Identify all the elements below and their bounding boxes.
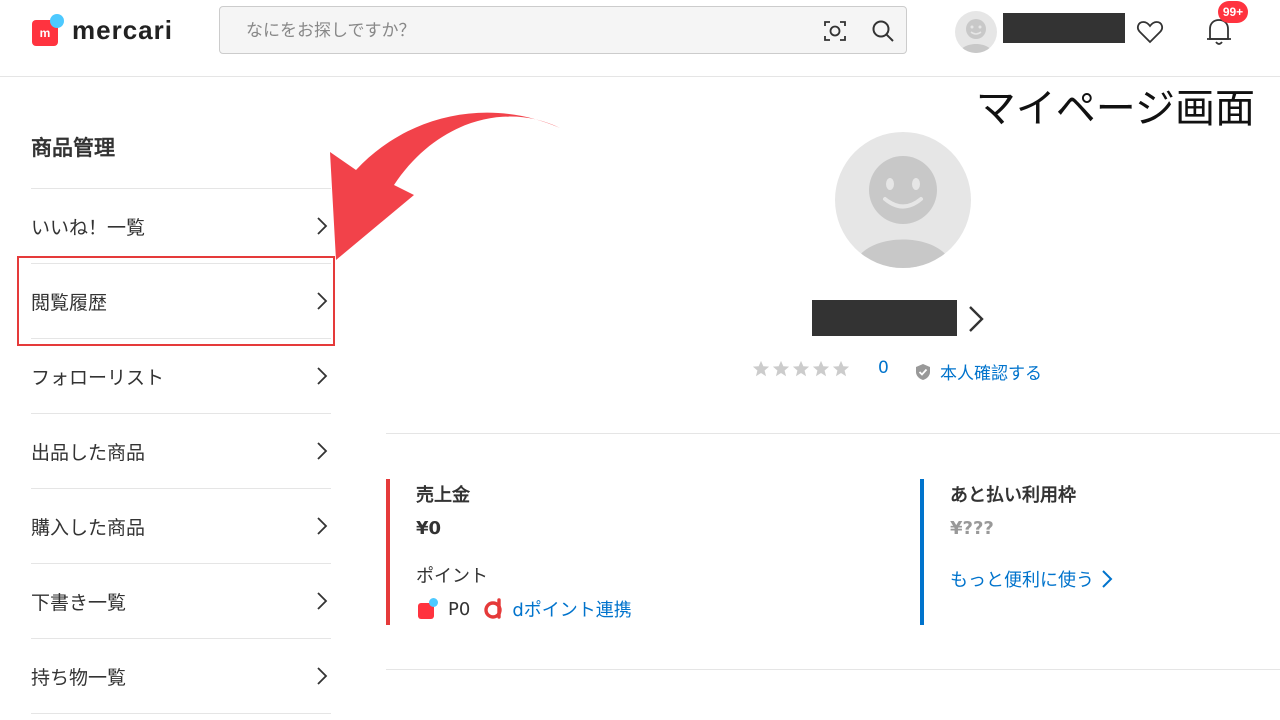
chevron-right-icon [317,367,328,385]
annotation-highlight-box [17,256,335,346]
sidebar-item-purchased-items[interactable]: 購入した商品 [31,488,331,563]
sidebar-item-follow-list[interactable]: フォローリスト [31,338,331,413]
user-avatar[interactable] [955,11,997,53]
chevron-right-icon [317,592,328,610]
logo-text: mercari [72,14,173,45]
points-value: P0 [448,598,471,620]
star-icon [792,360,810,377]
search-bar [219,6,907,55]
paylater-more-label: もっと便利に使う [950,570,1094,591]
heart-icon[interactable] [1135,17,1165,47]
annotation-arrow-icon [330,112,560,260]
sidebar-item-label: 出品した商品 [31,442,146,464]
profile-avatar[interactable] [835,132,971,268]
section-divider [386,669,1280,670]
sidebar-item-likes[interactable]: いいね！一覧 [31,188,331,263]
paylater-card-accent [920,479,924,625]
chevron-right-icon [317,442,328,460]
sales-value: ¥0 [416,518,442,539]
sidebar-item-label: いいね！一覧 [31,217,146,239]
mercari-logo-icon: m [30,12,70,48]
paylater-more-link[interactable]: もっと便利に使う [950,566,1114,592]
sidebar-item-label: 購入した商品 [31,517,146,539]
chevron-right-icon [1102,570,1113,588]
sidebar-item-label: 下書き一覧 [31,592,127,614]
sidebar-title: 商品管理 [31,136,115,160]
search-icon[interactable] [870,18,896,44]
header: m mercari なにをお探しですか？ 99+ [0,0,1280,77]
rating-stars [752,360,850,378]
search-input[interactable] [244,7,808,55]
mercari-logo[interactable]: m mercari [30,12,173,48]
star-icon [832,360,850,377]
sidebar-item-belongings[interactable]: 持ち物一覧 [31,638,331,713]
camera-search-icon[interactable] [822,18,848,44]
dpoint-link[interactable]: dポイント連携 [512,596,631,622]
section-divider [386,433,1280,434]
star-icon [752,360,770,377]
paylater-label: あと払い利用枠 [950,485,1076,506]
profile-name-redacted [812,300,957,336]
sidebar-item-listed-items[interactable]: 出品した商品 [31,413,331,488]
star-icon [812,360,830,377]
sidebar-divider [31,713,331,714]
chevron-right-icon[interactable] [965,302,987,336]
dpoint-icon [484,598,503,619]
sidebar-item-label: フォローリスト [31,367,165,389]
rating-count[interactable]: 0 [878,358,889,378]
annotation-title: マイページ画面 [975,86,1255,132]
identity-verify-link[interactable]: 本人確認する [914,359,1042,384]
notification-badge: 99+ [1218,1,1248,23]
chevron-right-icon [317,217,328,235]
identity-verify-label: 本人確認する [940,364,1042,384]
star-icon [772,360,790,377]
chevron-right-icon [317,517,328,535]
sales-card-accent [386,479,390,625]
points-label: ポイント [416,566,488,587]
sales-label: 売上金 [416,485,470,506]
shield-check-icon [916,363,930,380]
sidebar-item-label: 持ち物一覧 [31,667,127,689]
sidebar-item-drafts[interactable]: 下書き一覧 [31,563,331,638]
chevron-right-icon [317,667,328,685]
username-redacted [1003,13,1125,43]
paylater-value: ¥??? [950,518,994,539]
mercari-point-icon [416,597,440,621]
logo-dot [50,14,64,28]
points-row: P0 dポイント連携 [416,596,632,622]
